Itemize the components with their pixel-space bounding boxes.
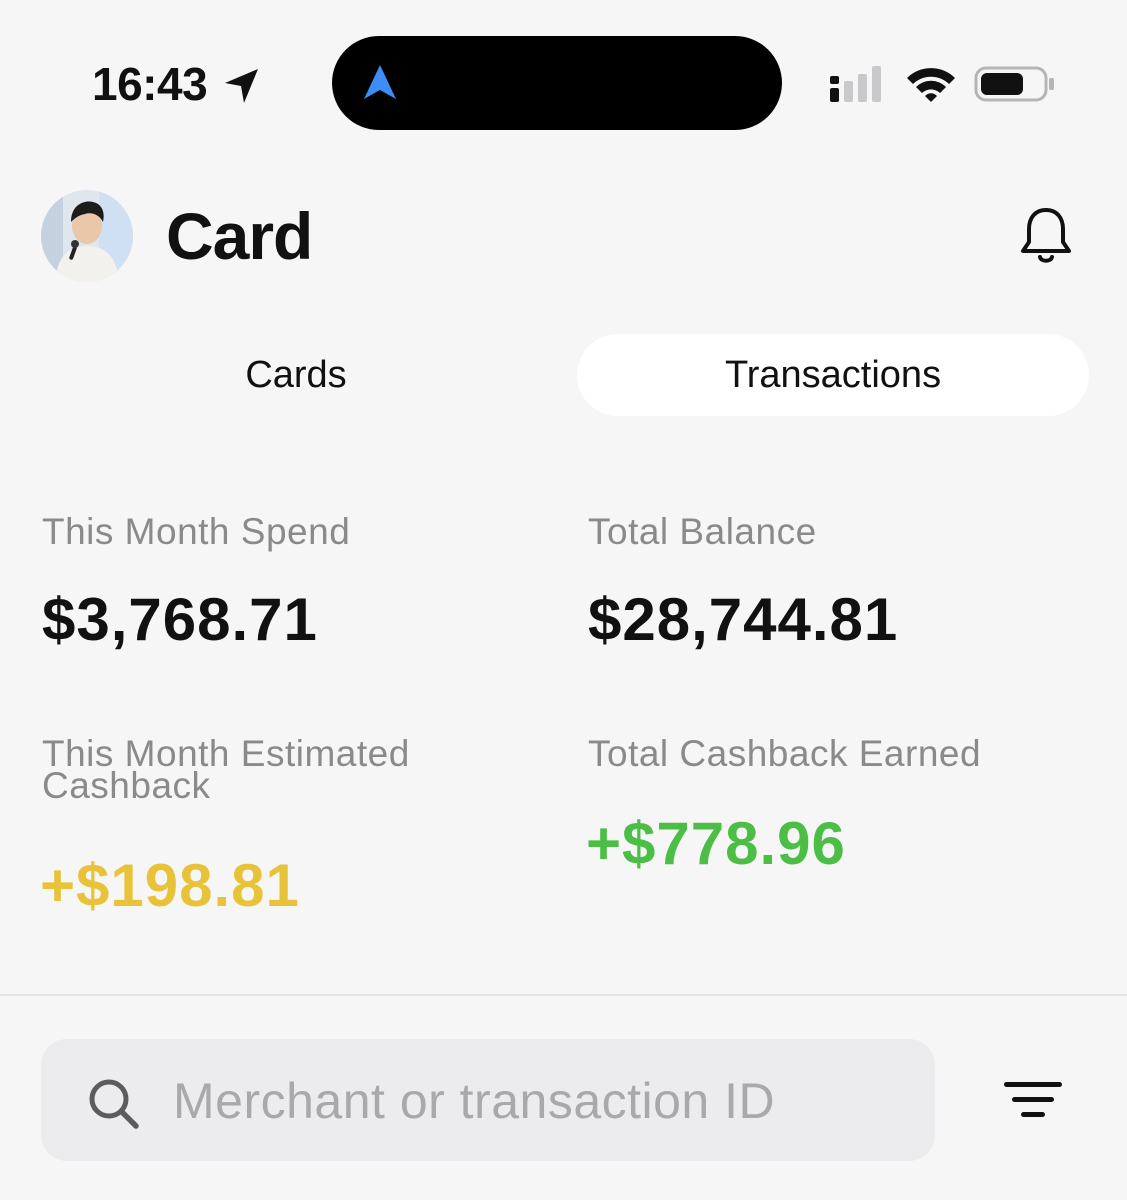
- dynamic-island: [332, 36, 782, 130]
- page-title: Card: [166, 199, 313, 273]
- search-icon: [89, 1079, 139, 1129]
- bell-icon[interactable]: [1016, 204, 1076, 268]
- avatar[interactable]: [41, 190, 133, 282]
- month-spend-label: This Month Spend: [42, 511, 351, 552]
- wifi-icon: [907, 68, 955, 102]
- estimated-cashback-label: This Month Estimated Cashback: [42, 733, 410, 806]
- tab-cards[interactable]: Cards: [40, 334, 552, 416]
- estimated-cashback-value: +$198.81: [40, 852, 300, 919]
- segmented-tabs: Cards Transactions: [40, 334, 1090, 418]
- section-divider: [0, 994, 1127, 996]
- tab-cards-label: Cards: [245, 353, 347, 396]
- navigation-arrow-icon: [364, 65, 396, 99]
- cellular-signal-icon: [830, 66, 881, 102]
- battery-icon: [974, 66, 1054, 102]
- total-cashback-label: Total Cashback Earned: [588, 733, 982, 774]
- filter-icon[interactable]: [1000, 1078, 1066, 1122]
- tab-transactions[interactable]: Transactions: [577, 334, 1089, 416]
- total-balance-label: Total Balance: [588, 511, 817, 552]
- search-input[interactable]: [173, 1063, 913, 1139]
- card-screen: 16:43 Card Cards Transactions This Month…: [0, 0, 1127, 1200]
- status-time: 16:43: [92, 58, 208, 110]
- month-spend-value: $3,768.71: [42, 586, 318, 653]
- location-arrow-icon: [225, 69, 258, 103]
- user-avatar-icon: [41, 190, 133, 282]
- search-bar[interactable]: [41, 1039, 935, 1161]
- total-cashback-value: +$778.96: [586, 810, 846, 877]
- tab-transactions-label: Transactions: [724, 353, 942, 396]
- total-balance-value: $28,744.81: [588, 586, 899, 653]
